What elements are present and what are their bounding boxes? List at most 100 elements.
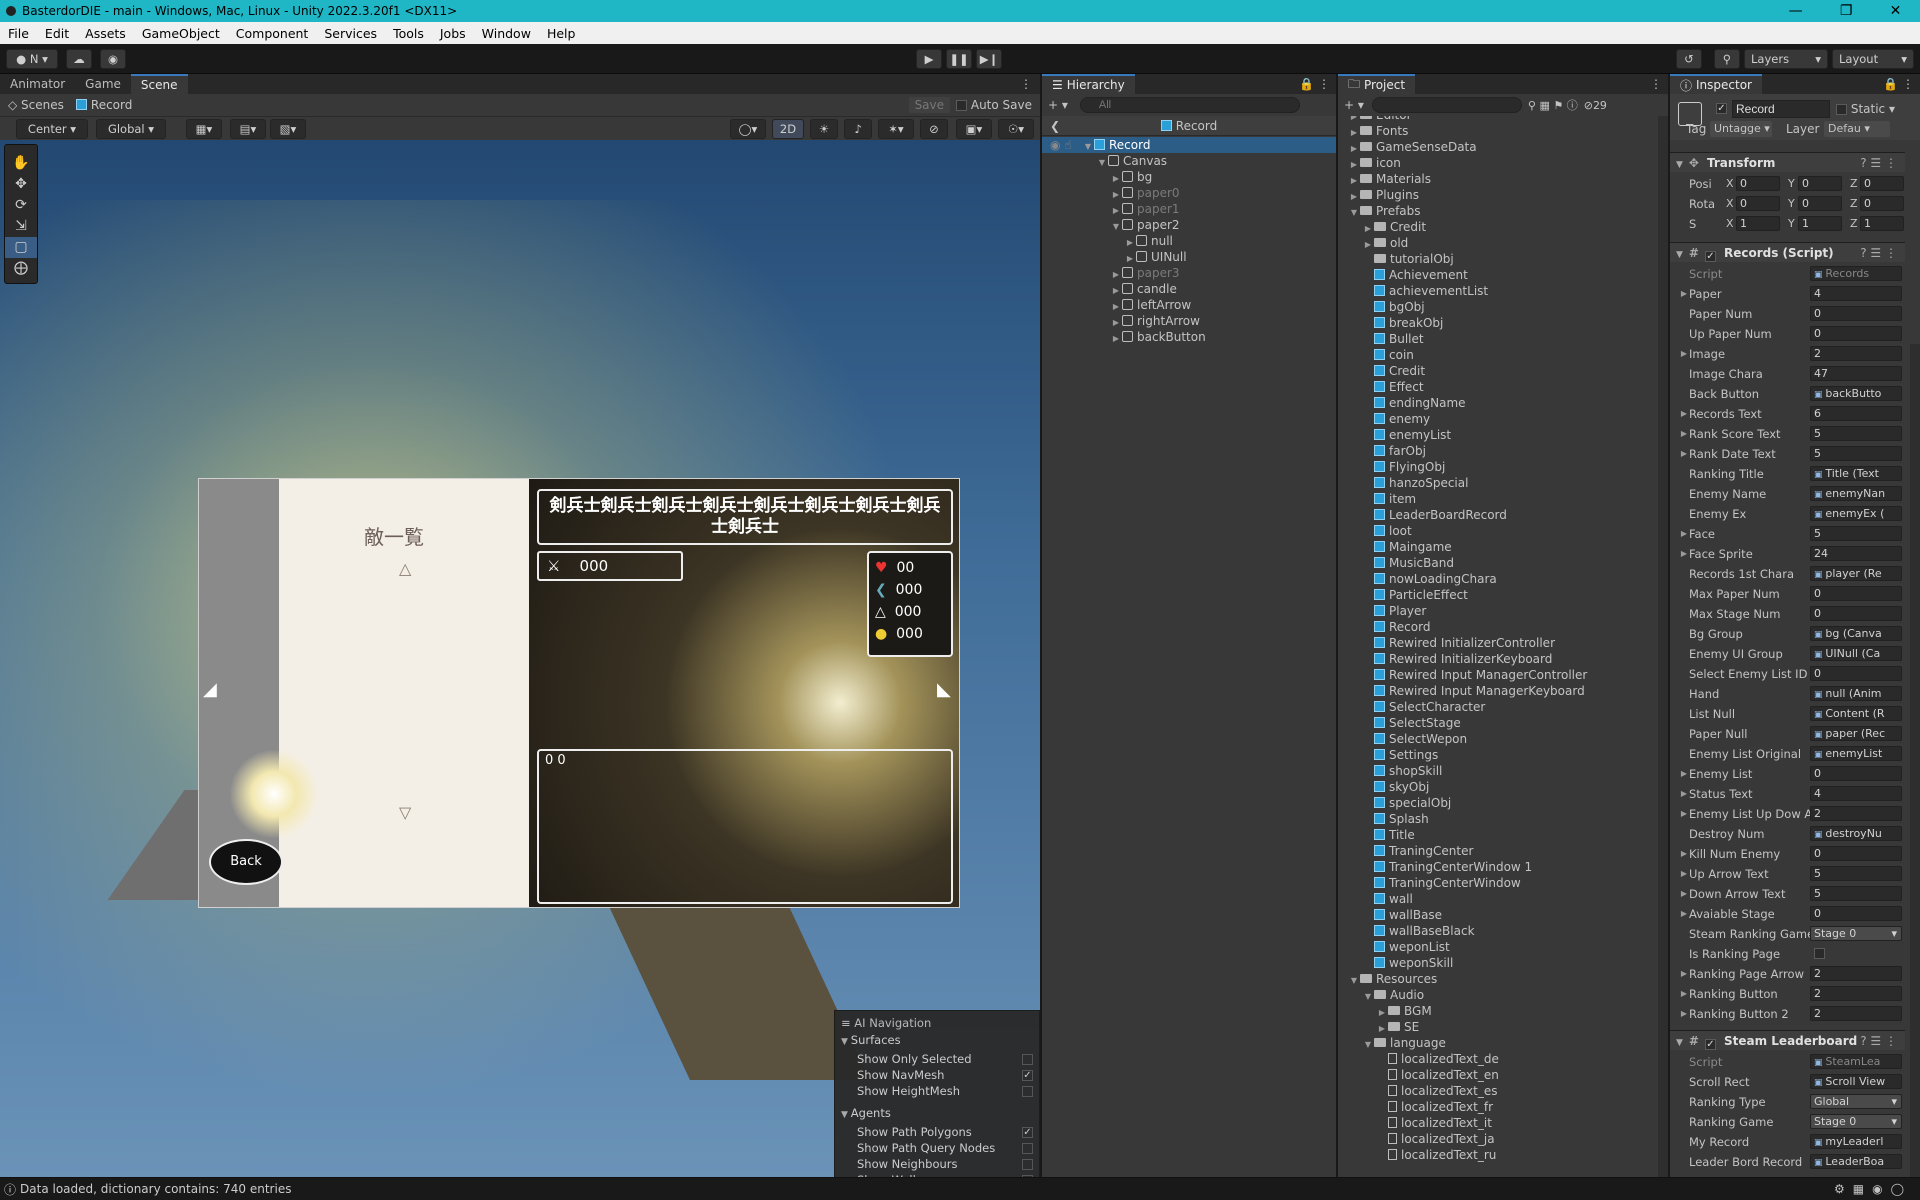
object-reference-field[interactable]: ▣ UINull (Ca: [1810, 646, 1902, 661]
status-icons[interactable]: ⚙▦◉◯: [1834, 1182, 1912, 1196]
property-field[interactable]: 0: [1810, 766, 1902, 781]
object-reference-field[interactable]: ▣ LeaderBoa: [1810, 1154, 1902, 1169]
object-reference-field[interactable]: ▣ enemyList: [1810, 746, 1902, 761]
object-reference-field[interactable]: ▣ null (Anim: [1810, 686, 1902, 701]
project-item[interactable]: nowLoadingChara: [1338, 571, 1658, 587]
component-menu-icon[interactable]: ? ☰ ⋮: [1860, 1031, 1897, 1051]
lighting-icon[interactable]: ☀: [810, 119, 838, 139]
object-reference-field[interactable]: ▣ destroyNu: [1810, 826, 1902, 841]
object-name-field[interactable]: [1732, 100, 1830, 118]
hierarchy-item[interactable]: ◉ ☝ ▼ Record: [1042, 137, 1336, 153]
property-field[interactable]: 0: [1810, 326, 1902, 341]
expanded-arrow-icon[interactable]: ▼: [1082, 139, 1094, 153]
layers-dropdown[interactable]: Layers ▾: [1744, 49, 1828, 69]
option-checkbox[interactable]: [1022, 1143, 1033, 1154]
grid-visibility-icon[interactable]: ▤▾: [230, 119, 266, 139]
project-item[interactable]: ▶Editor: [1338, 116, 1658, 123]
tab-inspector[interactable]: ⓘ Inspector: [1670, 74, 1762, 94]
active-checkbox[interactable]: ✓: [1716, 103, 1727, 114]
project-item[interactable]: enemy: [1338, 411, 1658, 427]
left-arrow[interactable]: ◢: [203, 679, 217, 700]
collapsed-arrow-icon[interactable]: ▶: [1348, 116, 1360, 123]
property-field[interactable]: 5: [1810, 886, 1902, 901]
project-scrollbar[interactable]: [1658, 116, 1668, 1177]
expanded-arrow-icon[interactable]: ▼: [1348, 973, 1360, 987]
menu-gameobject[interactable]: GameObject: [134, 26, 228, 41]
option-checkbox[interactable]: [1022, 1086, 1033, 1097]
collapsed-arrow-icon[interactable]: ▶: [1110, 187, 1122, 201]
menu-window[interactable]: Window: [474, 26, 539, 41]
account-dropdown[interactable]: ● N ▾: [6, 49, 58, 69]
collapsed-arrow-icon[interactable]: ▶: [1362, 237, 1374, 251]
project-item[interactable]: enemyList: [1338, 427, 1658, 443]
menu-edit[interactable]: Edit: [37, 26, 77, 41]
step-button[interactable]: ▶❙: [976, 49, 1002, 69]
project-item[interactable]: ▼ Resources: [1338, 971, 1658, 987]
collapsed-arrow-icon[interactable]: ▶: [1348, 189, 1360, 203]
project-item[interactable]: Record: [1338, 619, 1658, 635]
object-reference-field[interactable]: ▣ bg (Canva: [1810, 626, 1902, 641]
project-item[interactable]: ▶ Credit: [1338, 219, 1658, 235]
transform-z-field[interactable]: 0: [1860, 196, 1904, 211]
hierarchy-item[interactable]: ▶ null: [1042, 233, 1336, 249]
collab-icon[interactable]: ◉: [100, 49, 126, 69]
filter-icons[interactable]: ⚲ ▦ ⚑ ⓘ: [1528, 97, 1578, 113]
option-checkbox[interactable]: ✓: [1022, 1127, 1033, 1138]
project-item[interactable]: LeaderBoardRecord: [1338, 507, 1658, 523]
records-script-component-header[interactable]: ▼ # ✓ Records (Script)? ☰ ⋮: [1670, 242, 1905, 262]
menu-file[interactable]: File: [0, 26, 37, 41]
hidden-objects-icon[interactable]: ⊘: [920, 119, 948, 139]
project-item[interactable]: ▶ Fonts: [1338, 123, 1658, 139]
project-item[interactable]: ▶ SE: [1338, 1019, 1658, 1035]
object-reference-field[interactable]: ▣ SteamLea: [1810, 1054, 1902, 1069]
transform-tool-icon[interactable]: ⨁: [5, 258, 37, 279]
project-item[interactable]: item: [1338, 491, 1658, 507]
property-field[interactable]: 5: [1810, 446, 1902, 461]
foldout-arrow-icon[interactable]: ▼: [1676, 160, 1683, 170]
foldout-arrow-icon[interactable]: ▼: [1676, 250, 1683, 260]
project-item[interactable]: hanzoSpecial: [1338, 475, 1658, 491]
project-item[interactable]: tutorialObj: [1338, 251, 1658, 267]
project-item[interactable]: ▶ icon: [1338, 155, 1658, 171]
object-reference-field[interactable]: ▣ Records: [1810, 266, 1902, 281]
camera-icon[interactable]: ▣▾: [956, 119, 992, 139]
agents-foldout[interactable]: ▼ Agents: [835, 1105, 1040, 1121]
scale-tool-icon[interactable]: ⇲: [5, 216, 37, 237]
tag-dropdown[interactable]: Untagge ▾: [1710, 121, 1772, 137]
static-toggle[interactable]: Static ▾: [1836, 102, 1895, 116]
project-item[interactable]: ▶ Materials: [1338, 171, 1658, 187]
collapsed-arrow-icon[interactable]: ▶: [1348, 141, 1360, 155]
property-field[interactable]: 4: [1810, 786, 1902, 801]
property-field[interactable]: 0: [1810, 586, 1902, 601]
collapsed-arrow-icon[interactable]: ▶: [1110, 283, 1122, 297]
project-item[interactable]: MusicBand: [1338, 555, 1658, 571]
project-item[interactable]: wallBase: [1338, 907, 1658, 923]
property-field[interactable]: 2: [1810, 806, 1902, 821]
menu-jobs[interactable]: Jobs: [432, 26, 474, 41]
menu-services[interactable]: Services: [316, 26, 385, 41]
hierarchy-item[interactable]: ▶ backButton: [1042, 329, 1336, 345]
project-item[interactable]: farObj: [1338, 443, 1658, 459]
collapsed-arrow-icon[interactable]: ▶: [1124, 235, 1136, 249]
back-chevron-icon[interactable]: ❮: [1050, 116, 1060, 136]
project-item[interactable]: TraningCenter: [1338, 843, 1658, 859]
hierarchy-item[interactable]: ▶ bg: [1042, 169, 1336, 185]
rotate-tool-icon[interactable]: ⟳: [5, 195, 37, 216]
property-field[interactable]: 0: [1810, 846, 1902, 861]
property-field[interactable]: 5: [1810, 526, 1902, 541]
component-enabled-checkbox[interactable]: ✓: [1704, 1039, 1716, 1050]
project-item[interactable]: Credit: [1338, 363, 1658, 379]
enum-dropdown[interactable]: Global ▾: [1810, 1094, 1902, 1109]
space-dropdown[interactable]: Global ▾: [96, 119, 166, 139]
project-item[interactable]: coin: [1338, 347, 1658, 363]
save-button[interactable]: Save: [908, 97, 951, 113]
hierarchy-item[interactable]: ▶ paper0: [1042, 185, 1336, 201]
mode-2d-button[interactable]: 2D: [772, 119, 804, 139]
option-checkbox[interactable]: [1022, 1159, 1033, 1170]
hand-tool-icon[interactable]: ✋: [5, 153, 37, 174]
surfaces-foldout[interactable]: ▼ Surfaces: [835, 1032, 1040, 1048]
project-item[interactable]: SelectWepon: [1338, 731, 1658, 747]
property-field[interactable]: 0: [1810, 606, 1902, 621]
project-item[interactable]: achievementList: [1338, 283, 1658, 299]
panel-menu-icon[interactable]: ⋮: [1020, 74, 1032, 94]
